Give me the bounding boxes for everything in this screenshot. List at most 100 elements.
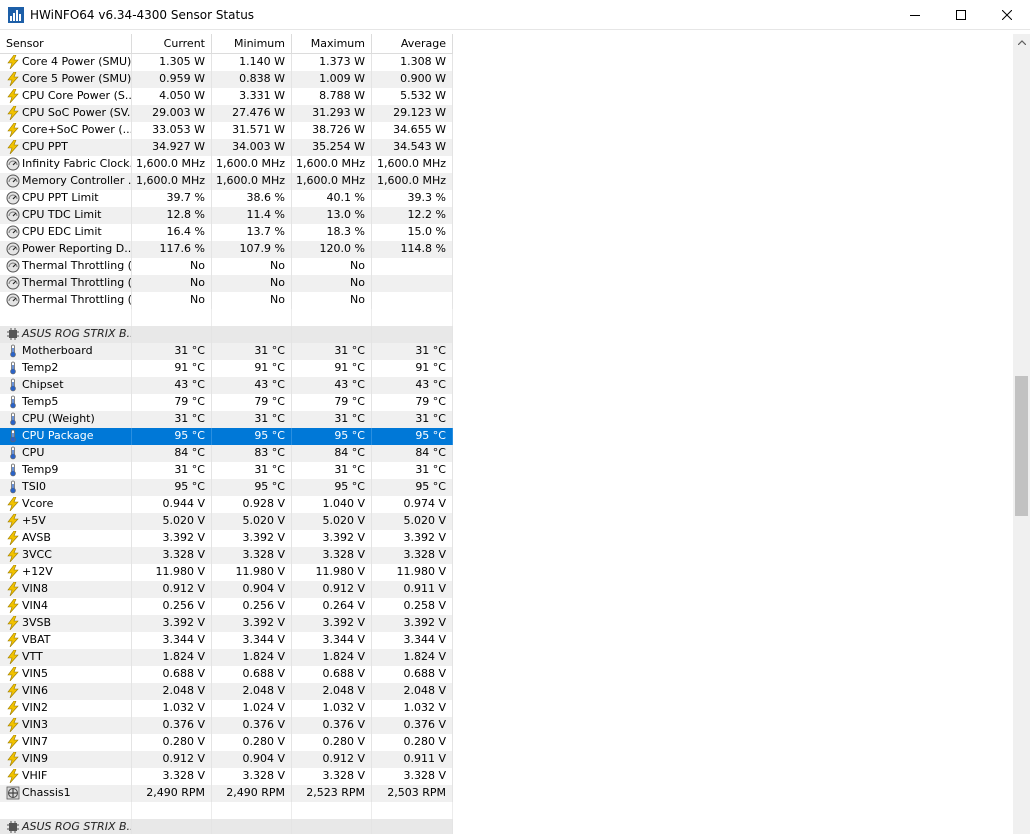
minimum-value: 11.4 % xyxy=(212,207,292,224)
table-row[interactable]: Core+SoC Power (... 33.053 W 31.571 W 38.72… xyxy=(0,122,453,139)
minimize-button[interactable] xyxy=(892,0,938,30)
column-header-minimum[interactable]: Minimum xyxy=(212,34,292,54)
column-header-average[interactable]: Average xyxy=(372,34,453,54)
table-row[interactable]: Chipset 43 °C 43 °C 43 °C 43 °C xyxy=(0,377,453,394)
table-row[interactable]: CPU Package 95 °C 95 °C 95 °C 95 °C xyxy=(0,428,453,445)
current-value: 84 °C xyxy=(132,445,212,462)
scroll-thumb[interactable] xyxy=(1015,376,1028,516)
scroll-up-button[interactable] xyxy=(1013,34,1030,51)
table-row[interactable]: VHIF 3.328 V 3.328 V 3.328 V 3.328 V xyxy=(0,768,453,785)
table-row[interactable]: CPU PPT Limit 39.7 % 38.6 % 40.1 % 39.3 % xyxy=(0,190,453,207)
maximum-value: 11.980 V xyxy=(292,564,372,581)
table-row[interactable]: Vcore 0.944 V 0.928 V 1.040 V 0.974 V xyxy=(0,496,453,513)
table-row[interactable]: CPU Core Power (S... 4.050 W 3.331 W 8.788 … xyxy=(0,88,453,105)
table-row[interactable]: +5V 5.020 V 5.020 V 5.020 V 5.020 V xyxy=(0,513,453,530)
average-value: 95 °C xyxy=(372,479,453,496)
table-row[interactable]: Infinity Fabric Clock... 1,600.0 MHz 1,600… xyxy=(0,156,453,173)
table-row[interactable]: Thermal Throttling (... No No No xyxy=(0,258,453,275)
table-row[interactable]: CPU EDC Limit 16.4 % 13.7 % 18.3 % 15.0 % xyxy=(0,224,453,241)
table-row[interactable]: +12V 11.980 V 11.980 V 11.980 V 11.980 V xyxy=(0,564,453,581)
current-value: 1,600.0 MHz xyxy=(132,156,212,173)
table-row[interactable]: CPU PPT 34.927 W 34.003 W 35.254 W 34.543 W xyxy=(0,139,453,156)
title-bar[interactable]: HWiNFO64 v6.34-4300 Sensor Status xyxy=(0,0,1030,30)
table-row[interactable]: TSI0 95 °C 95 °C 95 °C 95 °C xyxy=(0,479,453,496)
table-row[interactable]: CPU SoC Power (SV... 29.003 W 27.476 W 31.2… xyxy=(0,105,453,122)
sensor-name: VIN8 xyxy=(0,581,132,598)
minimum-value: 31.571 W xyxy=(212,122,292,139)
maximum-value: 79 °C xyxy=(292,394,372,411)
maximum-value: 91 °C xyxy=(292,360,372,377)
current-value: 11.980 V xyxy=(132,564,212,581)
sensor-name: Chipset xyxy=(0,377,132,394)
table-row[interactable]: VIN3 0.376 V 0.376 V 0.376 V 0.376 V xyxy=(0,717,453,734)
minimum-value: 0.904 V xyxy=(212,581,292,598)
table-row[interactable]: Temp2 91 °C 91 °C 91 °C 91 °C xyxy=(0,360,453,377)
table-row[interactable]: Chassis1 2,490 RPM 2,490 RPM 2,523 RPM 2,503… xyxy=(0,785,453,802)
table-row[interactable]: VIN9 0.912 V 0.904 V 0.912 V 0.911 V xyxy=(0,751,453,768)
table-row[interactable]: Temp5 79 °C 79 °C 79 °C 79 °C xyxy=(0,394,453,411)
table-header: Sensor Current Minimum Maximum Average xyxy=(0,34,453,54)
table-row[interactable]: VIN2 1.032 V 1.024 V 1.032 V 1.032 V xyxy=(0,700,453,717)
table-row[interactable]: 3VSB 3.392 V 3.392 V 3.392 V 3.392 V xyxy=(0,615,453,632)
minimum-value: 3.344 V xyxy=(212,632,292,649)
current-value: 1,600.0 MHz xyxy=(132,173,212,190)
table-row[interactable]: VIN8 0.912 V 0.904 V 0.912 V 0.911 V xyxy=(0,581,453,598)
maximum-value: 120.0 % xyxy=(292,241,372,258)
minimum-value: 95 °C xyxy=(212,428,292,445)
maximum-value: 31 °C xyxy=(292,343,372,360)
maximum-value: 1,600.0 MHz xyxy=(292,173,372,190)
table-row[interactable]: Power Reporting D... 117.6 % 107.9 % 120.0 … xyxy=(0,241,453,258)
vertical-scrollbar[interactable] xyxy=(1013,34,1030,834)
table-row[interactable]: VIN4 0.256 V 0.256 V 0.264 V 0.258 V xyxy=(0,598,453,615)
sensor-name: Power Reporting D... xyxy=(0,241,132,258)
sensor-group-row[interactable]: ASUS ROG STRIX B... xyxy=(0,326,453,343)
sensor-name: VIN4 xyxy=(0,598,132,615)
table-row[interactable]: VIN6 2.048 V 2.048 V 2.048 V 2.048 V xyxy=(0,683,453,700)
table-row[interactable]: Temp9 31 °C 31 °C 31 °C 31 °C xyxy=(0,462,453,479)
average-value: 3.344 V xyxy=(372,632,453,649)
current-value: 1.032 V xyxy=(132,700,212,717)
average-value: 1.308 W xyxy=(372,54,453,71)
table-row[interactable]: AVSB 3.392 V 3.392 V 3.392 V 3.392 V xyxy=(0,530,453,547)
maximize-button[interactable] xyxy=(938,0,984,30)
current-value: 5.020 V xyxy=(132,513,212,530)
maximum-value: No xyxy=(292,292,372,309)
sensor-group-row[interactable]: ASUS ROG STRIX B... xyxy=(0,819,453,834)
average-value: 12.2 % xyxy=(372,207,453,224)
table-row[interactable]: VTT 1.824 V 1.824 V 1.824 V 1.824 V xyxy=(0,649,453,666)
table-row[interactable]: Core 5 Power (SMU) 0.959 W 0.838 W 1.009 W0… xyxy=(0,71,453,88)
sensor-name: VIN2 xyxy=(0,700,132,717)
table-row[interactable]: CPU 84 °C 83 °C 84 °C 84 °C xyxy=(0,445,453,462)
average-value: 0.974 V xyxy=(372,496,453,513)
table-row[interactable]: VIN7 0.280 V 0.280 V 0.280 V 0.280 V xyxy=(0,734,453,751)
table-row[interactable]: VIN5 0.688 V 0.688 V 0.688 V 0.688 V xyxy=(0,666,453,683)
column-header-maximum[interactable]: Maximum xyxy=(292,34,372,54)
current-value: No xyxy=(132,292,212,309)
table-row[interactable]: 3VCC 3.328 V 3.328 V 3.328 V 3.328 V xyxy=(0,547,453,564)
sensor-table: Sensor Current Minimum Maximum Average C… xyxy=(0,34,453,834)
minimum-value: 91 °C xyxy=(212,360,292,377)
maximum-value: 3.392 V xyxy=(292,530,372,547)
current-value: 12.8 % xyxy=(132,207,212,224)
sensor-name: +5V xyxy=(0,513,132,530)
sensor-name: CPU Core Power (S... xyxy=(0,88,132,105)
minimum-value: No xyxy=(212,275,292,292)
table-row[interactable]: Thermal Throttling (... No No No xyxy=(0,292,453,309)
hwinfo-app-icon xyxy=(8,7,24,23)
table-row[interactable]: VBAT 3.344 V 3.344 V 3.344 V 3.344 V xyxy=(0,632,453,649)
column-header-current[interactable]: Current xyxy=(132,34,212,54)
current-value: 4.050 W xyxy=(132,88,212,105)
close-button[interactable] xyxy=(984,0,1030,30)
table-row[interactable]: Core 4 Power (SMU) 1.305 W 1.140 W 1.373 W1… xyxy=(0,54,453,71)
table-row[interactable]: Thermal Throttling (... No No No xyxy=(0,275,453,292)
column-header-sensor[interactable]: Sensor xyxy=(0,34,132,54)
current-value: 0.376 V xyxy=(132,717,212,734)
table-row[interactable]: Motherboard 31 °C 31 °C 31 °C 31 °C xyxy=(0,343,453,360)
minimum-value: 0.928 V xyxy=(212,496,292,513)
average-value: 5.020 V xyxy=(372,513,453,530)
table-row[interactable]: Memory Controller ... 1,600.0 MHz 1,600.0 … xyxy=(0,173,453,190)
maximum-value: 1.373 W xyxy=(292,54,372,71)
table-row[interactable]: CPU TDC Limit 12.8 % 11.4 % 13.0 % 12.2 % xyxy=(0,207,453,224)
minimum-value: 34.003 W xyxy=(212,139,292,156)
table-row[interactable]: CPU (Weight) 31 °C 31 °C 31 °C 31 °C xyxy=(0,411,453,428)
